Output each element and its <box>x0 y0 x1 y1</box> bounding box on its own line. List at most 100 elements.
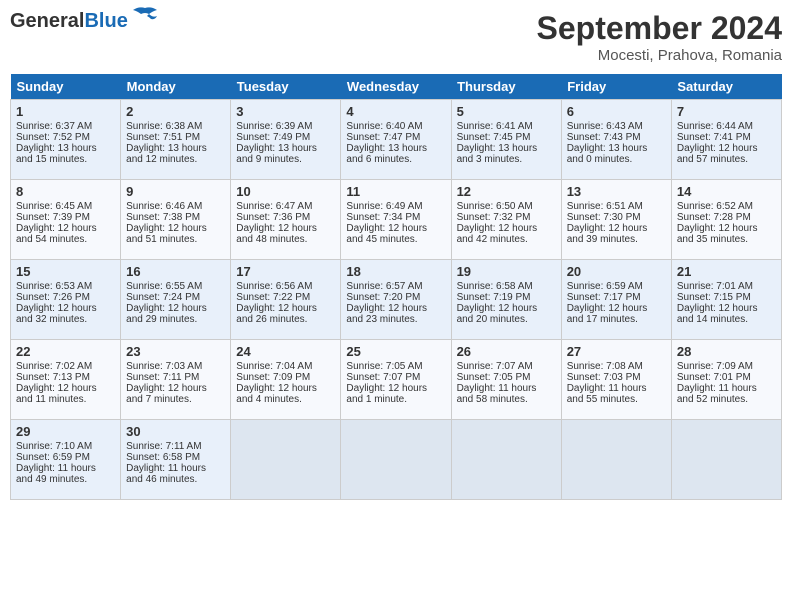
day-number: 24 <box>236 344 335 359</box>
sunset-text: Sunset: 7:15 PM <box>677 292 776 303</box>
sunrise-text: Sunrise: 6:55 AM <box>126 281 225 292</box>
sunrise-text: Sunrise: 7:04 AM <box>236 361 335 372</box>
sunset-text: Sunset: 7:49 PM <box>236 132 335 143</box>
day-number: 6 <box>567 104 666 119</box>
sunrise-text: Sunrise: 7:08 AM <box>567 361 666 372</box>
daylight-text: Daylight: 13 hours and 0 minutes. <box>567 143 666 165</box>
sunrise-text: Sunrise: 6:38 AM <box>126 121 225 132</box>
day-number: 30 <box>126 424 225 439</box>
daylight-text: Daylight: 12 hours and 35 minutes. <box>677 223 776 245</box>
sunset-text: Sunset: 7:39 PM <box>16 212 115 223</box>
sunrise-text: Sunrise: 6:43 AM <box>567 121 666 132</box>
day-cell-1: 1Sunrise: 6:37 AMSunset: 7:52 PMDaylight… <box>11 100 121 180</box>
sunrise-text: Sunrise: 6:57 AM <box>346 281 445 292</box>
col-header-friday: Friday <box>561 74 671 100</box>
daylight-text: Daylight: 12 hours and 1 minute. <box>346 383 445 405</box>
sunset-text: Sunset: 7:36 PM <box>236 212 335 223</box>
week-row-2: 8Sunrise: 6:45 AMSunset: 7:39 PMDaylight… <box>11 180 782 260</box>
sunset-text: Sunset: 7:34 PM <box>346 212 445 223</box>
day-cell-21: 21Sunrise: 7:01 AMSunset: 7:15 PMDayligh… <box>671 260 781 340</box>
week-row-3: 15Sunrise: 6:53 AMSunset: 7:26 PMDayligh… <box>11 260 782 340</box>
daylight-text: Daylight: 13 hours and 12 minutes. <box>126 143 225 165</box>
day-number: 12 <box>457 184 556 199</box>
day-cell-5: 5Sunrise: 6:41 AMSunset: 7:45 PMDaylight… <box>451 100 561 180</box>
day-number: 7 <box>677 104 776 119</box>
day-cell-28: 28Sunrise: 7:09 AMSunset: 7:01 PMDayligh… <box>671 340 781 420</box>
sunrise-text: Sunrise: 6:52 AM <box>677 201 776 212</box>
day-number: 29 <box>16 424 115 439</box>
sunset-text: Sunset: 7:03 PM <box>567 372 666 383</box>
day-cell-17: 17Sunrise: 6:56 AMSunset: 7:22 PMDayligh… <box>231 260 341 340</box>
day-cell-29: 29Sunrise: 7:10 AMSunset: 6:59 PMDayligh… <box>11 420 121 500</box>
sunrise-text: Sunrise: 7:03 AM <box>126 361 225 372</box>
location: Mocesti, Prahova, Romania <box>537 47 782 64</box>
sunrise-text: Sunrise: 6:50 AM <box>457 201 556 212</box>
daylight-text: Daylight: 12 hours and 39 minutes. <box>567 223 666 245</box>
title-block: September 2024 Mocesti, Prahova, Romania <box>537 10 782 64</box>
col-header-monday: Monday <box>121 74 231 100</box>
sunset-text: Sunset: 7:30 PM <box>567 212 666 223</box>
col-header-saturday: Saturday <box>671 74 781 100</box>
sunrise-text: Sunrise: 6:58 AM <box>457 281 556 292</box>
col-header-wednesday: Wednesday <box>341 74 451 100</box>
sunset-text: Sunset: 7:01 PM <box>677 372 776 383</box>
empty-cell <box>671 420 781 500</box>
day-number: 19 <box>457 264 556 279</box>
sunset-text: Sunset: 7:09 PM <box>236 372 335 383</box>
day-cell-16: 16Sunrise: 6:55 AMSunset: 7:24 PMDayligh… <box>121 260 231 340</box>
sunset-text: Sunset: 7:28 PM <box>677 212 776 223</box>
day-cell-25: 25Sunrise: 7:05 AMSunset: 7:07 PMDayligh… <box>341 340 451 420</box>
day-cell-8: 8Sunrise: 6:45 AMSunset: 7:39 PMDaylight… <box>11 180 121 260</box>
day-number: 27 <box>567 344 666 359</box>
col-header-thursday: Thursday <box>451 74 561 100</box>
sunrise-text: Sunrise: 7:02 AM <box>16 361 115 372</box>
sunrise-text: Sunrise: 6:51 AM <box>567 201 666 212</box>
day-cell-7: 7Sunrise: 6:44 AMSunset: 7:41 PMDaylight… <box>671 100 781 180</box>
sunset-text: Sunset: 7:32 PM <box>457 212 556 223</box>
day-number: 16 <box>126 264 225 279</box>
week-row-5: 29Sunrise: 7:10 AMSunset: 6:59 PMDayligh… <box>11 420 782 500</box>
day-number: 8 <box>16 184 115 199</box>
day-number: 9 <box>126 184 225 199</box>
daylight-text: Daylight: 12 hours and 42 minutes. <box>457 223 556 245</box>
sunset-text: Sunset: 7:05 PM <box>457 372 556 383</box>
day-number: 17 <box>236 264 335 279</box>
sunrise-text: Sunrise: 6:40 AM <box>346 121 445 132</box>
day-cell-2: 2Sunrise: 6:38 AMSunset: 7:51 PMDaylight… <box>121 100 231 180</box>
sunrise-text: Sunrise: 6:39 AM <box>236 121 335 132</box>
daylight-text: Daylight: 12 hours and 20 minutes. <box>457 303 556 325</box>
sunrise-text: Sunrise: 6:37 AM <box>16 121 115 132</box>
sunrise-text: Sunrise: 6:41 AM <box>457 121 556 132</box>
logo-bird-icon <box>131 6 159 31</box>
daylight-text: Daylight: 11 hours and 46 minutes. <box>126 463 225 485</box>
sunrise-text: Sunrise: 7:05 AM <box>346 361 445 372</box>
day-cell-4: 4Sunrise: 6:40 AMSunset: 7:47 PMDaylight… <box>341 100 451 180</box>
day-number: 10 <box>236 184 335 199</box>
sunrise-text: Sunrise: 6:59 AM <box>567 281 666 292</box>
daylight-text: Daylight: 12 hours and 57 minutes. <box>677 143 776 165</box>
day-cell-10: 10Sunrise: 6:47 AMSunset: 7:36 PMDayligh… <box>231 180 341 260</box>
day-number: 28 <box>677 344 776 359</box>
daylight-text: Daylight: 12 hours and 4 minutes. <box>236 383 335 405</box>
daylight-text: Daylight: 13 hours and 9 minutes. <box>236 143 335 165</box>
day-cell-12: 12 Sunrise: 6:50 AMSunset: 7:32 PMDayligh… <box>451 180 561 260</box>
daylight-text: Daylight: 12 hours and 54 minutes. <box>16 223 115 245</box>
daylight-text: Daylight: 12 hours and 14 minutes. <box>677 303 776 325</box>
daylight-text: Daylight: 11 hours and 55 minutes. <box>567 383 666 405</box>
day-number: 15 <box>16 264 115 279</box>
sunset-text: Sunset: 6:58 PM <box>126 452 225 463</box>
sunset-text: Sunset: 7:26 PM <box>16 292 115 303</box>
sunrise-text: Sunrise: 6:53 AM <box>16 281 115 292</box>
sunset-text: Sunset: 7:22 PM <box>236 292 335 303</box>
logo: GeneralBlue <box>10 10 159 33</box>
sunset-text: Sunset: 7:51 PM <box>126 132 225 143</box>
day-cell-3: 3Sunrise: 6:39 AMSunset: 7:49 PMDaylight… <box>231 100 341 180</box>
sunset-text: Sunset: 7:07 PM <box>346 372 445 383</box>
daylight-text: Daylight: 12 hours and 32 minutes. <box>16 303 115 325</box>
empty-cell <box>231 420 341 500</box>
day-cell-14: 14Sunrise: 6:52 AMSunset: 7:28 PMDayligh… <box>671 180 781 260</box>
sunset-text: Sunset: 7:20 PM <box>346 292 445 303</box>
day-cell-26: 26Sunrise: 7:07 AMSunset: 7:05 PMDayligh… <box>451 340 561 420</box>
empty-cell <box>451 420 561 500</box>
sunset-text: Sunset: 7:11 PM <box>126 372 225 383</box>
